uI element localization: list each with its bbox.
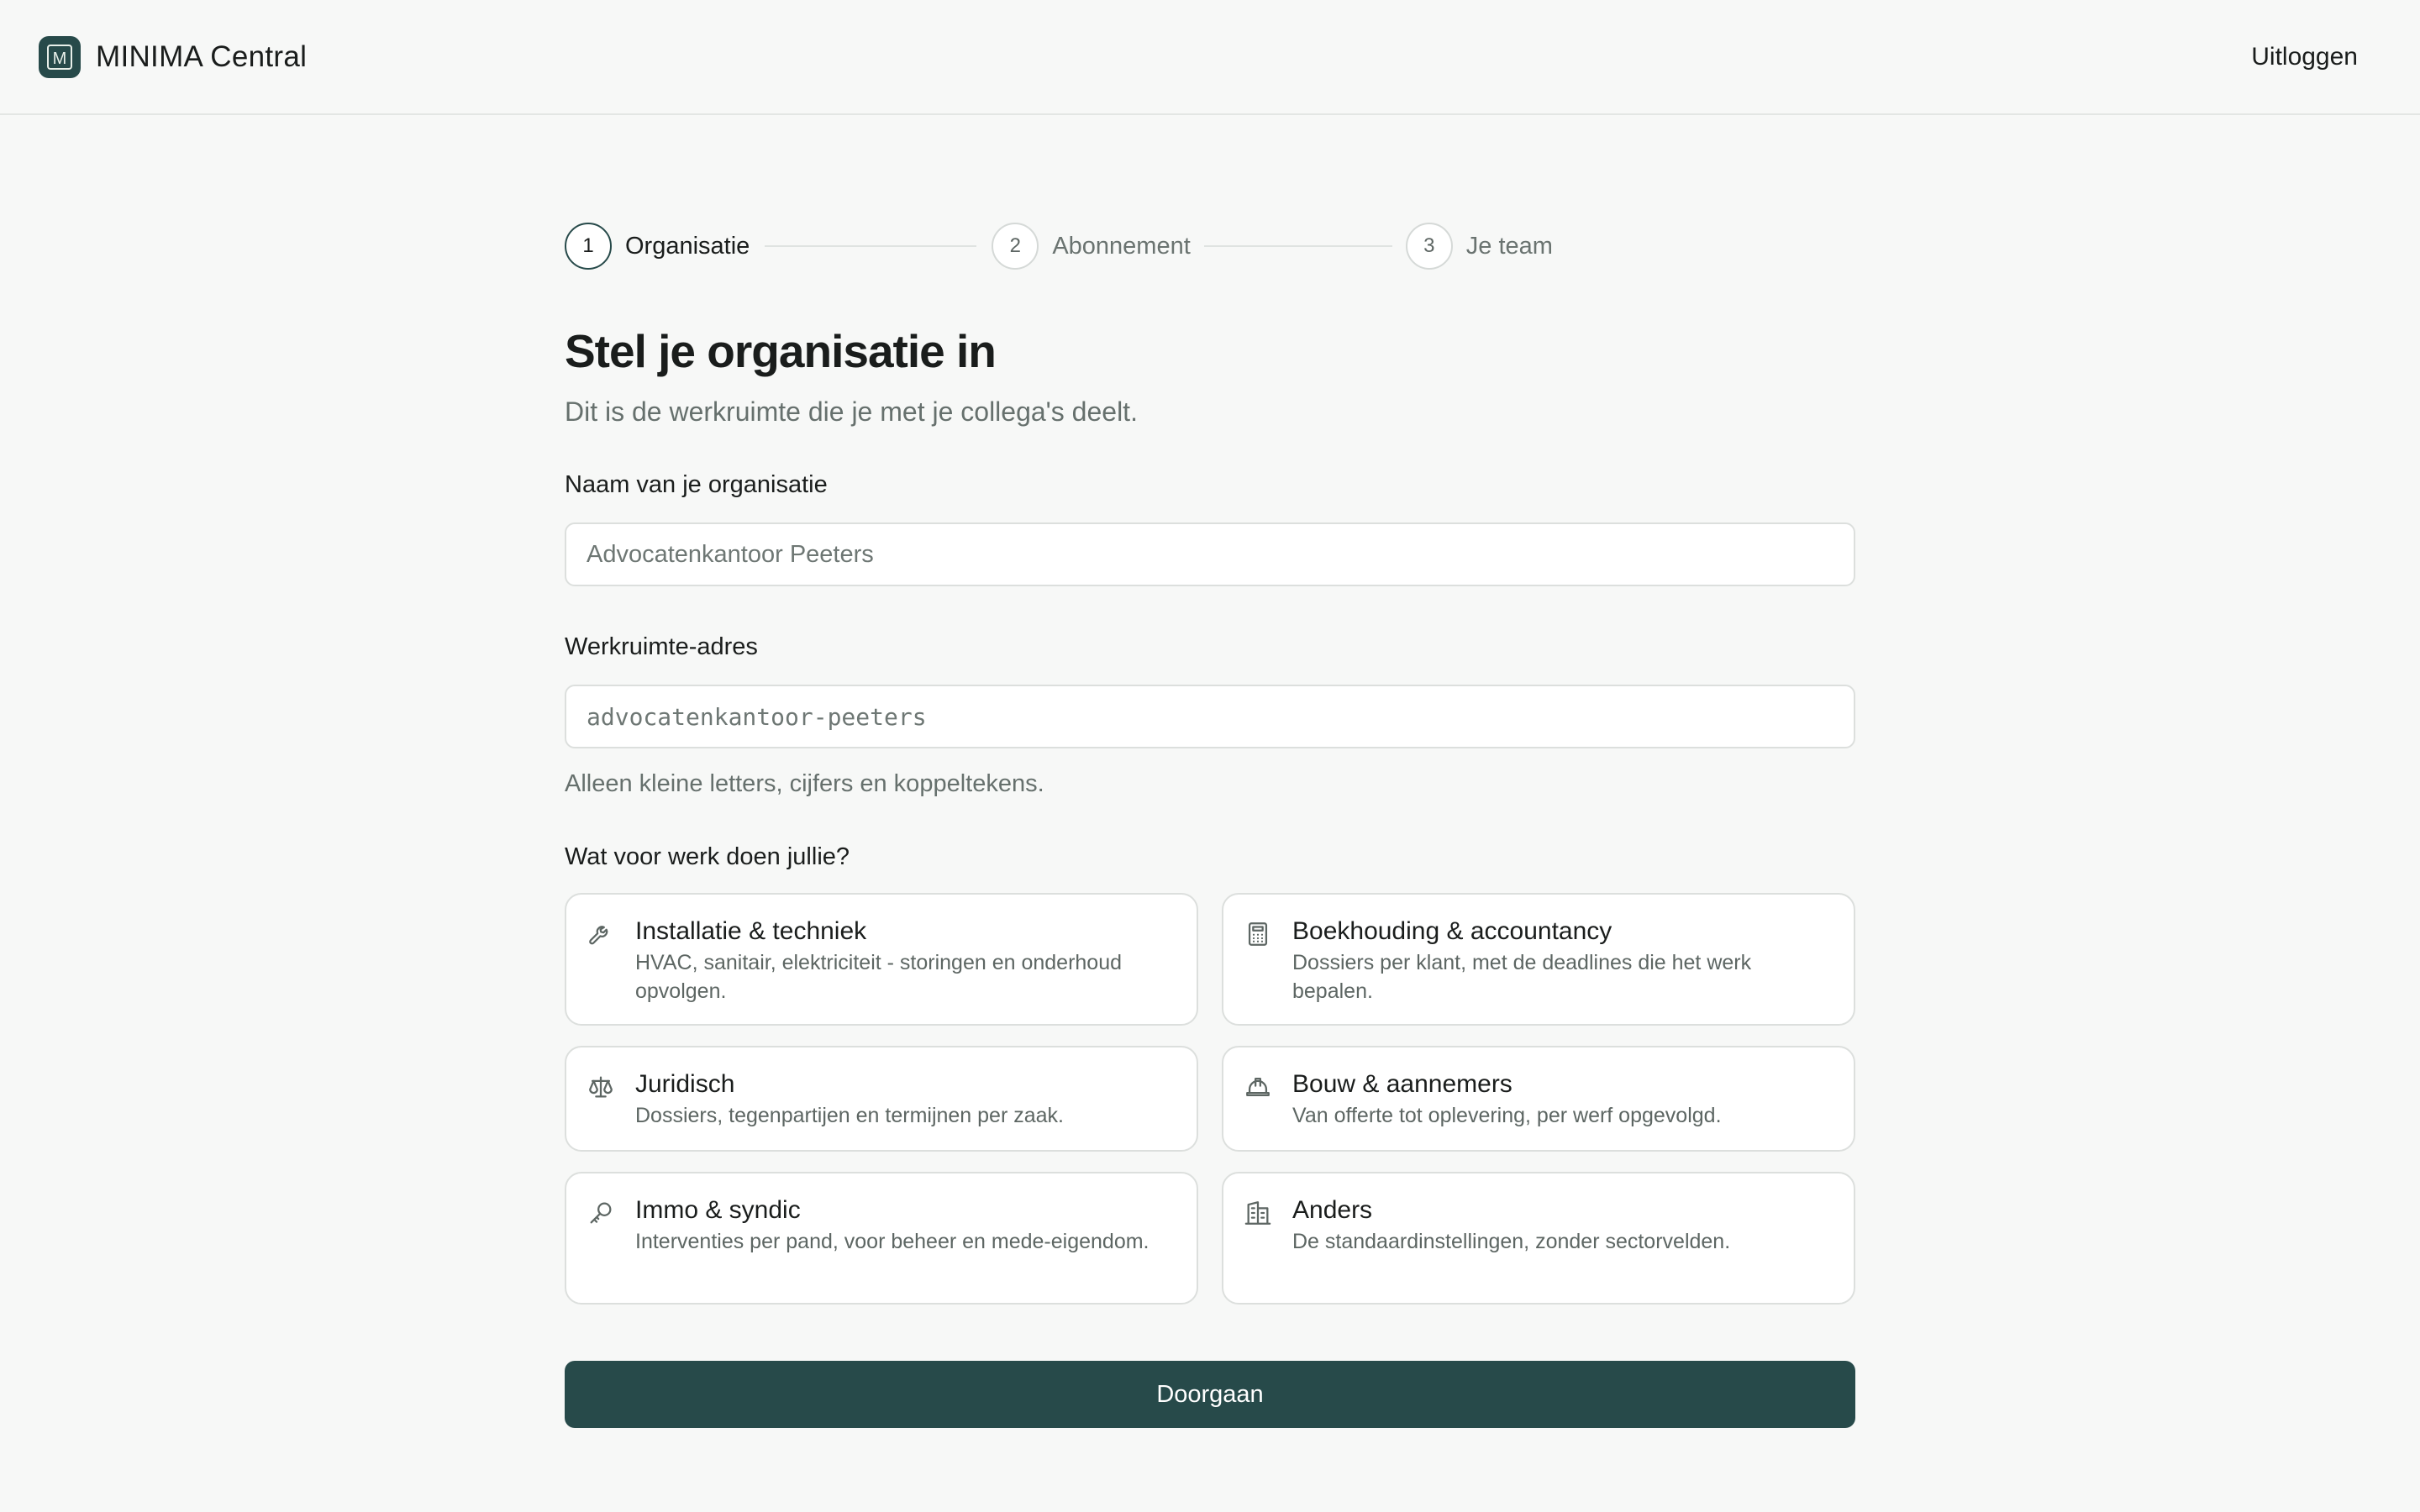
sector-title: Juridisch — [635, 1070, 735, 1098]
app-name: MINIMA Central — [96, 39, 308, 73]
step-abonnement: 2 Abonnement — [992, 223, 1191, 270]
workspace-label: Werkruimte-adres — [565, 633, 758, 660]
sector-card-anders[interactable]: Anders De standaardinstellingen, zonder … — [1222, 1172, 1855, 1305]
sector-title: Boekhouding & accountancy — [1292, 917, 1612, 945]
sector-title: Installatie & techniek — [635, 917, 867, 945]
sector-card-immo[interactable]: Immo & syndic Interventies per pand, voo… — [565, 1172, 1198, 1305]
page-subtitle: Dit is de werkruimte die je met je colle… — [565, 396, 1138, 427]
key-icon — [587, 1199, 615, 1227]
step-connector — [765, 245, 977, 247]
step-number: 3 — [1405, 223, 1453, 270]
step-number: 2 — [992, 223, 1039, 270]
wrench-icon — [587, 920, 615, 948]
workspace-field[interactable] — [565, 685, 1855, 748]
stepper: 1 Organisatie 2 Abonnement 3 Je team — [565, 222, 1855, 270]
hard-hat-icon — [1244, 1073, 1272, 1101]
sector-description: Interventies per pand, voor beheer en me… — [635, 1230, 1150, 1253]
org-name-label: Naam van je organisatie — [565, 471, 828, 498]
building-icon — [1244, 1199, 1272, 1227]
calculator-icon — [1244, 920, 1272, 948]
sector-title: Immo & syndic — [635, 1196, 801, 1224]
step-connector — [1203, 245, 1392, 247]
org-name-field[interactable] — [565, 522, 1855, 586]
top-bar: M MINIMA Central Uitloggen — [0, 0, 2420, 115]
step-label: Abonnement — [1052, 232, 1191, 260]
page-title: Stel je organisatie in — [565, 325, 997, 377]
onboarding-form: 1 Organisatie 2 Abonnement 3 Je team Ste… — [565, 222, 1855, 1428]
workspace-input[interactable] — [587, 702, 1833, 731]
logout-link[interactable]: Uitloggen — [2251, 43, 2358, 71]
app-logo-icon: M — [39, 35, 81, 78]
sector-card-boekhouding[interactable]: Boekhouding & accountancy Dossiers per k… — [1222, 893, 1855, 1026]
org-name-input[interactable] — [587, 540, 1833, 569]
svg-text:M: M — [53, 50, 67, 68]
step-label: Organisatie — [625, 232, 750, 260]
sector-card-installatie[interactable]: Installatie & techniek HVAC, sanitair, e… — [565, 893, 1198, 1026]
sector-description: De standaardinstellingen, zonder sectorv… — [1292, 1230, 1731, 1253]
workspace-hint: Alleen kleine letters, cijfers en koppel… — [565, 770, 1044, 797]
sector-title: Bouw & aannemers — [1292, 1070, 1512, 1098]
sector-question: Wat voor werk doen jullie? — [565, 843, 850, 870]
brand[interactable]: M MINIMA Central — [39, 35, 308, 78]
step-label: Je team — [1465, 232, 1553, 260]
sector-description: Van offerte tot oplevering, per werf opg… — [1292, 1104, 1722, 1127]
step-je-team: 3 Je team — [1405, 223, 1553, 270]
scale-icon — [587, 1073, 615, 1101]
sector-description: HVAC, sanitair, elektriciteit - storinge… — [635, 951, 1123, 1003]
step-number: 1 — [565, 223, 612, 270]
sector-title: Anders — [1292, 1196, 1373, 1224]
sector-options: Installatie & techniek HVAC, sanitair, e… — [565, 893, 1855, 1305]
sector-card-juridisch[interactable]: Juridisch Dossiers, tegenpartijen en ter… — [565, 1046, 1198, 1152]
continue-button[interactable]: Doorgaan — [565, 1361, 1855, 1428]
sector-description: Dossiers per klant, met de deadlines die… — [1292, 951, 1752, 1003]
sector-description: Dossiers, tegenpartijen en termijnen per… — [635, 1104, 1064, 1127]
sector-card-bouw[interactable]: Bouw & aannemers Van offerte tot oplever… — [1222, 1046, 1855, 1152]
step-organisatie: 1 Organisatie — [565, 223, 750, 270]
